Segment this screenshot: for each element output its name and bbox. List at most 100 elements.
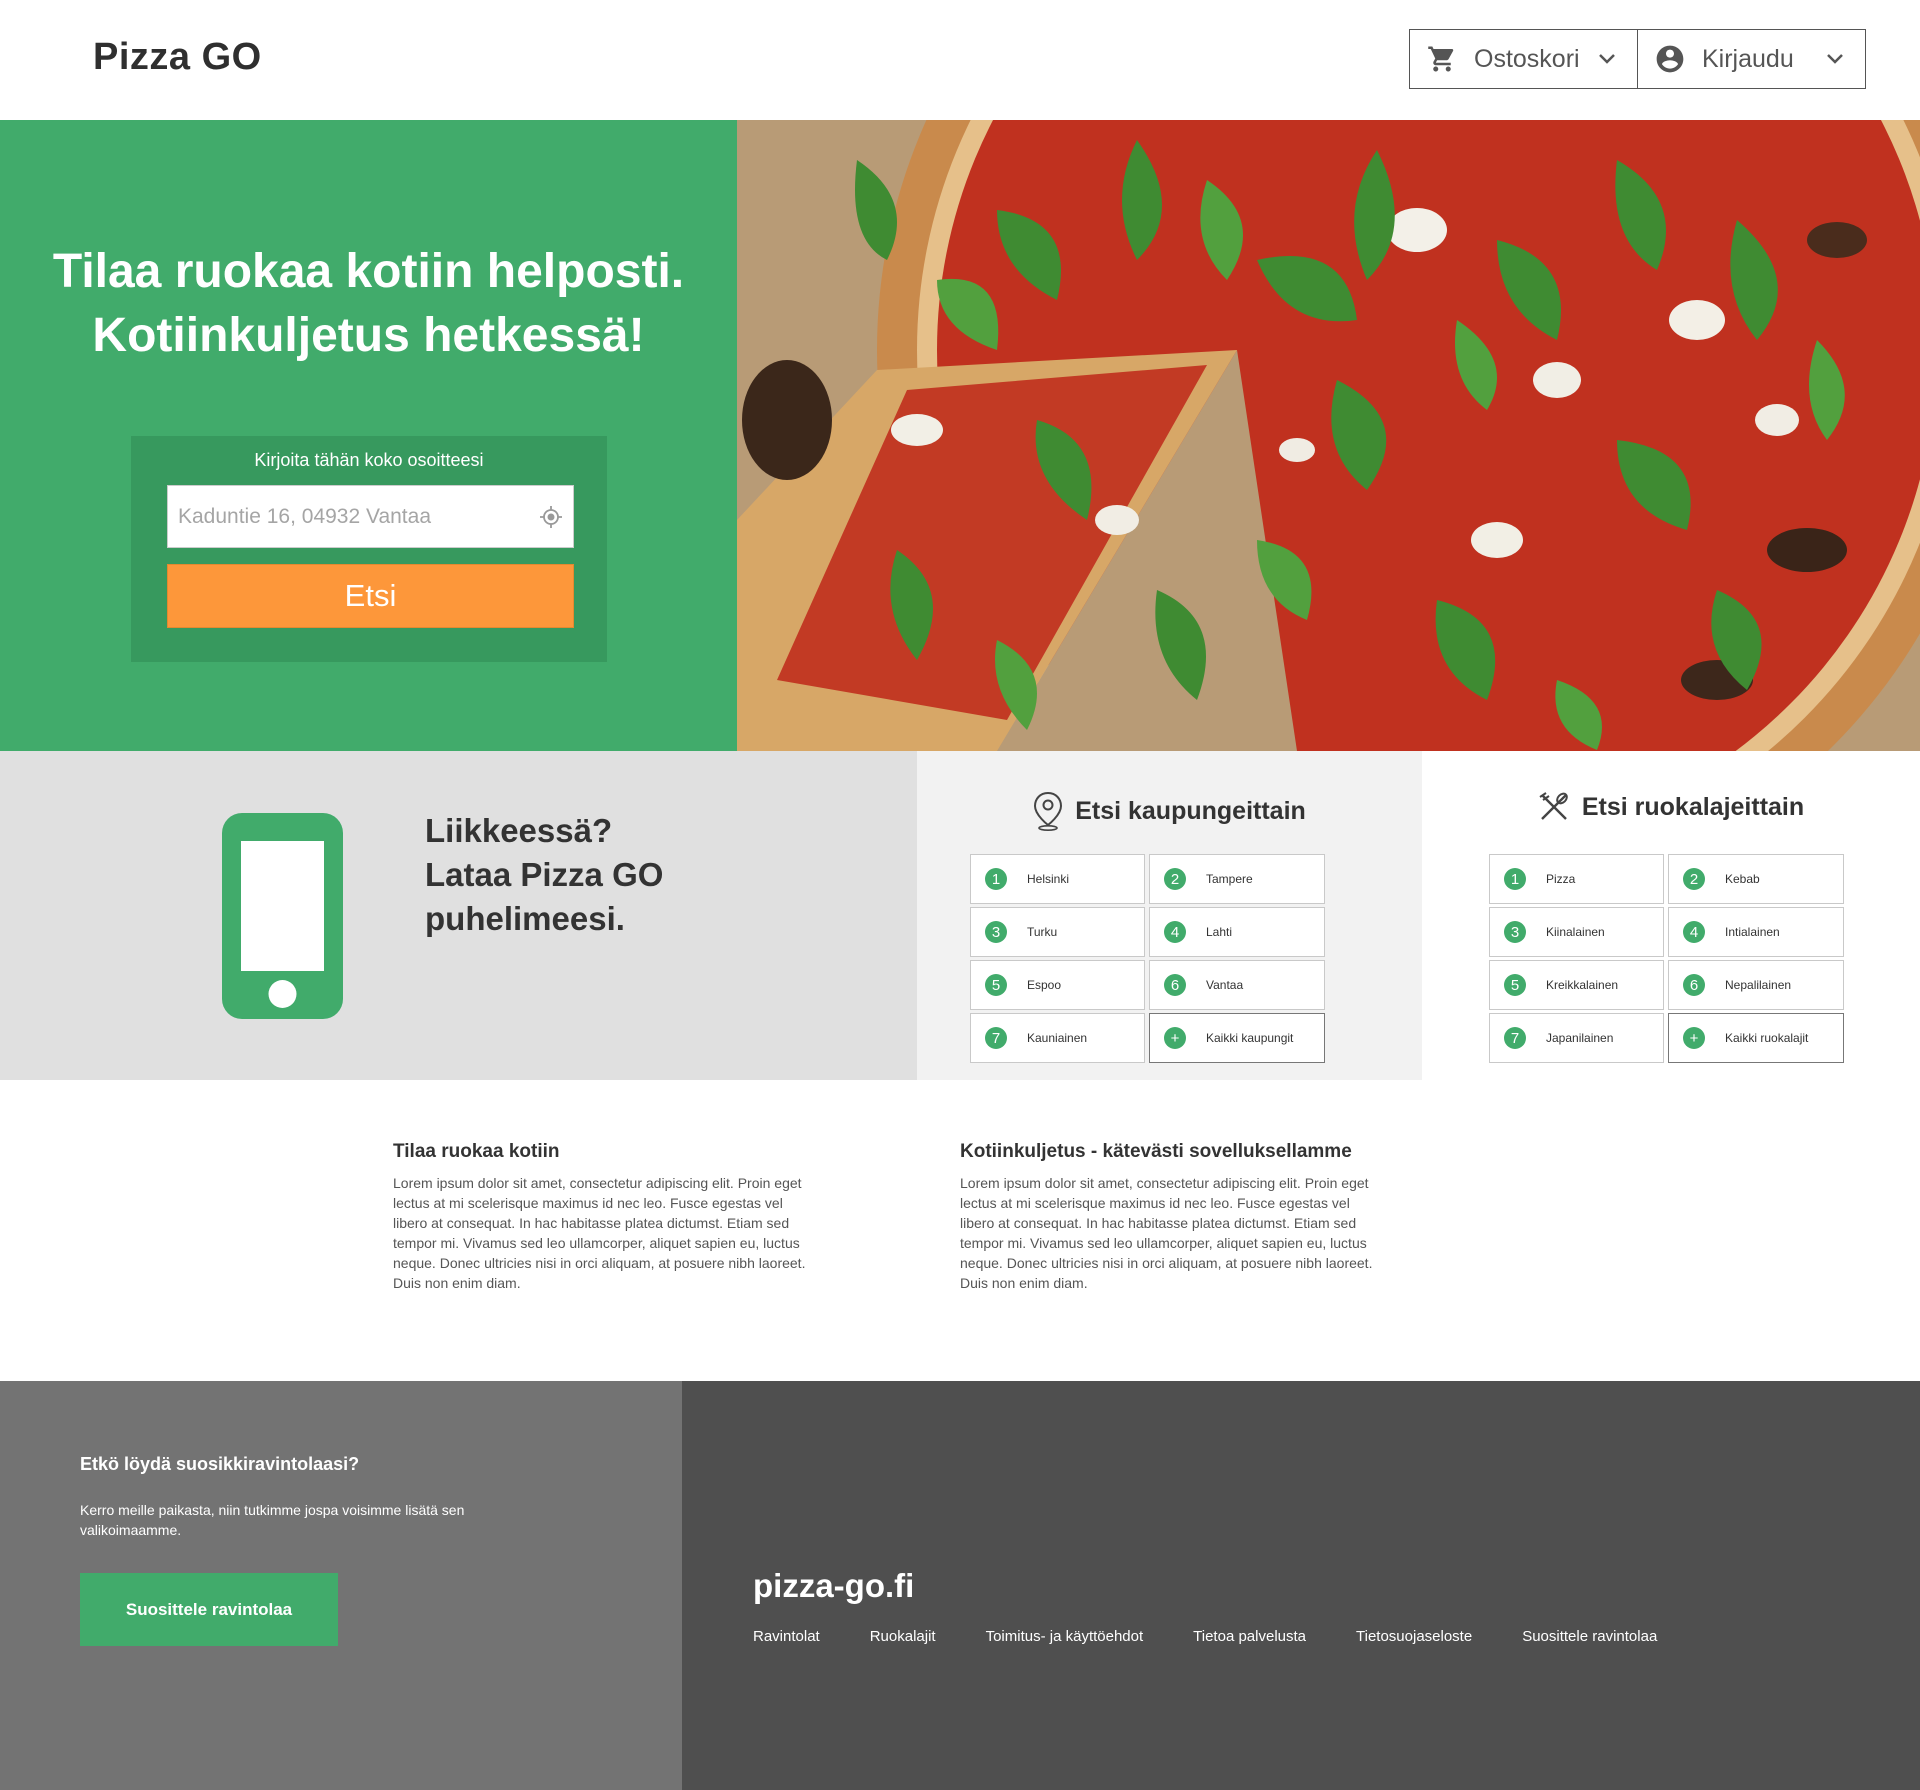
- city-badge: 7: [985, 1027, 1007, 1049]
- city-label: Lahti: [1206, 925, 1233, 939]
- site-header: Pizza GO Ostoskori Kirjaudu: [0, 0, 1920, 120]
- info-column-delivery: Kotiinkuljetus - kätevästi sovelluksella…: [960, 1141, 1380, 1293]
- city-label: Turku: [1027, 925, 1058, 939]
- footer-link-ruokalajit[interactable]: Ruokalajit: [870, 1628, 936, 1645]
- address-input-wrapper: [167, 485, 574, 548]
- category-item[interactable]: 5 Kreikkalainen: [1489, 960, 1664, 1010]
- login-button[interactable]: Kirjaudu: [1637, 30, 1865, 88]
- cart-button[interactable]: Ostoskori: [1410, 30, 1637, 88]
- city-badge: 1: [985, 868, 1007, 890]
- location-target-icon[interactable]: [529, 505, 573, 529]
- site-logo[interactable]: Pizza GO: [93, 36, 262, 79]
- city-item[interactable]: 7 Kauniainen: [970, 1013, 1145, 1063]
- category-label: Intialainen: [1725, 925, 1780, 939]
- city-item[interactable]: 5 Espoo: [970, 960, 1145, 1010]
- category-item[interactable]: 1 Pizza: [1489, 854, 1664, 904]
- city-badge: 2: [1164, 868, 1186, 890]
- info-text-delivery: Lorem ipsum dolor sit amet, consectetur …: [960, 1175, 1373, 1291]
- footer-link-terms[interactable]: Toimitus- ja käyttöehdot: [986, 1628, 1144, 1645]
- city-badge: 5: [985, 974, 1007, 996]
- app-promo-line1: Liikkeessä?: [425, 812, 613, 849]
- app-promo-text: Liikkeessä? Lataa Pizza GO puhelimeesi.: [425, 809, 663, 941]
- hero-section: Tilaa ruokaa kotiin helposti. Kotiinkulj…: [0, 120, 1920, 751]
- app-promo-panel: Liikkeessä? Lataa Pizza GO puhelimeesi.: [0, 751, 917, 1080]
- category-item[interactable]: 6 Nepalilainen: [1668, 960, 1844, 1010]
- city-item[interactable]: 6 Vantaa: [1149, 960, 1325, 1010]
- category-item[interactable]: 7 Japanilainen: [1489, 1013, 1664, 1063]
- hero-panel: Tilaa ruokaa kotiin helposti. Kotiinkulj…: [0, 120, 737, 751]
- city-item[interactable]: 4 Lahti: [1149, 907, 1325, 957]
- search-button[interactable]: Etsi: [167, 564, 574, 628]
- city-item[interactable]: 3 Turku: [970, 907, 1145, 957]
- categories-panel: Etsi ruokalajeittain 1 Pizza 2 Kebab 3 Kiinal…: [1422, 751, 1920, 1080]
- city-item[interactable]: 1 Helsinki: [970, 854, 1145, 904]
- cart-icon: [1426, 43, 1458, 75]
- site-footer: Etkö löydä suosikkiravintolaasi? Kerro m…: [0, 1381, 1920, 1790]
- footer-nav: Ravintolat Ruokalajit Toimitus- ja käytt…: [753, 1628, 1657, 1645]
- cities-title: Etsi kaupungeittain: [1075, 796, 1306, 825]
- category-label: Pizza: [1546, 872, 1576, 886]
- city-badge: +: [1164, 1027, 1186, 1049]
- category-badge: 1: [1504, 868, 1526, 890]
- address-search-box: Kirjoita tähän koko osoitteesi Etsi: [131, 436, 607, 662]
- city-label: Vantaa: [1206, 978, 1244, 992]
- hero-title-line2: Kotiinkuljetus hetkessä!: [92, 309, 645, 362]
- categories-title: Etsi ruokalajeittain: [1581, 792, 1805, 821]
- footer-link-privacy[interactable]: Tietosuojaseloste: [1356, 1628, 1472, 1645]
- app-promo-line3: puhelimeesi.: [425, 900, 625, 937]
- category-item[interactable]: 4 Intialainen: [1668, 907, 1844, 957]
- category-item[interactable]: 2 Kebab: [1668, 854, 1844, 904]
- account-icon: [1654, 43, 1686, 75]
- app-promo-line2: Lataa Pizza GO: [425, 856, 664, 893]
- category-label: Kaikki ruokalajit: [1725, 1031, 1809, 1045]
- cities-grid: 1 Helsinki 2 Tampere 3 Turku 4 Lahti 5 Espoo 6 Vant…: [970, 854, 1325, 1063]
- category-label: Nepalilainen: [1725, 978, 1792, 992]
- category-item[interactable]: + Kaikki ruokalajit: [1668, 1013, 1844, 1063]
- city-badge: 6: [1164, 974, 1186, 996]
- categories-heading: Etsi ruokalajeittain: [1422, 791, 1920, 823]
- suggest-title: Etkö löydä suosikkiravintolaasi?: [80, 1454, 360, 1474]
- category-label: Kreikkalainen: [1546, 978, 1619, 992]
- city-label: Kaikki kaupungit: [1206, 1031, 1294, 1045]
- suggest-restaurant-button[interactable]: Suosittele ravintolaa: [80, 1573, 338, 1646]
- city-item[interactable]: + Kaikki kaupungit: [1149, 1013, 1325, 1063]
- category-badge: 5: [1504, 974, 1526, 996]
- footer-link-about[interactable]: Tietoa palvelusta: [1193, 1628, 1306, 1645]
- category-item[interactable]: 3 Kiinalainen: [1489, 907, 1664, 957]
- city-badge: 4: [1164, 921, 1186, 943]
- category-label: Japanilainen: [1546, 1031, 1614, 1045]
- category-label: Kebab: [1725, 872, 1760, 886]
- address-input[interactable]: [168, 486, 529, 547]
- footer-links-panel: pizza-go.fi Ravintolat Ruokalajit Toimit…: [682, 1381, 1920, 1790]
- suggest-text: Kerro meille paikasta, niin tutkimme jos…: [80, 1502, 465, 1538]
- city-badge: 3: [985, 921, 1007, 943]
- discover-section: Liikkeessä? Lataa Pizza GO puhelimeesi. …: [0, 751, 1920, 1080]
- login-label: Kirjaudu: [1702, 44, 1794, 73]
- cities-panel: Etsi kaupungeittain 1 Helsinki 2 Tampere 3 Tu…: [917, 751, 1422, 1080]
- city-label: Kauniainen: [1027, 1031, 1088, 1045]
- chevron-down-icon: [1823, 53, 1847, 65]
- categories-grid: 1 Pizza 2 Kebab 3 Kiinalainen 4 Intialainen 5 Kre…: [1489, 854, 1844, 1063]
- footer-link-suggest[interactable]: Suosittele ravintolaa: [1522, 1628, 1657, 1645]
- pizza-hero-image: [737, 120, 1920, 751]
- chevron-down-icon: [1595, 53, 1619, 65]
- cities-heading: Etsi kaupungeittain: [917, 791, 1422, 831]
- category-badge: 7: [1504, 1027, 1526, 1049]
- footer-link-ravintolat[interactable]: Ravintolat: [753, 1628, 820, 1645]
- category-badge: +: [1683, 1027, 1705, 1049]
- info-title-order: Tilaa ruokaa kotiin: [393, 1141, 560, 1162]
- category-badge: 2: [1683, 868, 1705, 890]
- city-label: Helsinki: [1027, 872, 1070, 886]
- city-item[interactable]: 2 Tampere: [1149, 854, 1325, 904]
- category-badge: 4: [1683, 921, 1705, 943]
- category-label: Kiinalainen: [1546, 925, 1605, 939]
- address-search-label: Kirjoita tähän koko osoitteesi: [254, 450, 484, 470]
- phone-icon: [222, 813, 343, 1024]
- cutlery-icon: [1538, 791, 1570, 823]
- suggest-restaurant-panel: Etkö löydä suosikkiravintolaasi? Kerro m…: [0, 1381, 682, 1790]
- hero-title-line1: Tilaa ruokaa kotiin helposti.: [52, 245, 685, 298]
- info-title-delivery: Kotiinkuljetus - kätevästi sovelluksella…: [960, 1141, 1352, 1162]
- info-column-order: Tilaa ruokaa kotiin Lorem ipsum dolor si…: [393, 1141, 813, 1293]
- category-badge: 3: [1504, 921, 1526, 943]
- map-pin-icon: [1033, 791, 1063, 831]
